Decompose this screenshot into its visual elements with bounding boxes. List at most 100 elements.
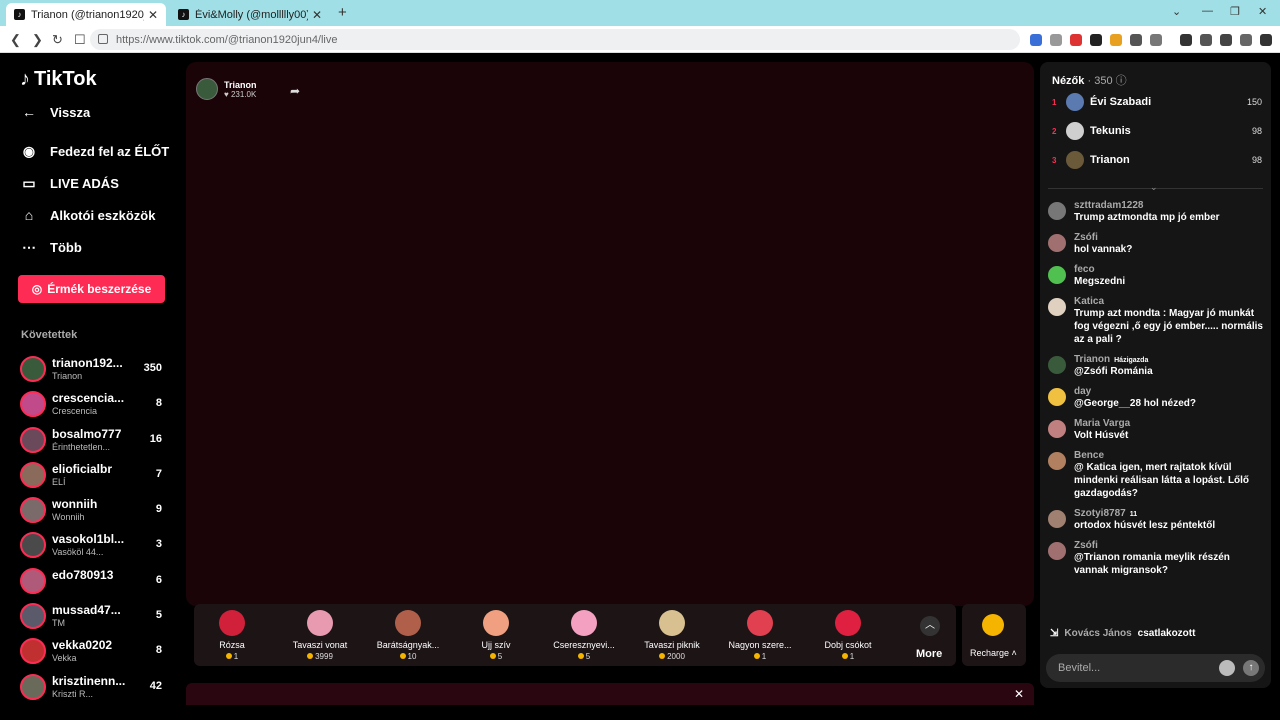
gift-item[interactable]: Ujj szív 5 [458,610,534,661]
bookmark-icon[interactable]: ☐ [74,32,86,48]
coin-icon: ◎ [31,282,43,296]
gift-price: 1 [810,652,886,661]
gift-item[interactable]: Cseresznyevi... 5 [546,610,622,661]
sidebar-icon[interactable] [1180,34,1192,46]
following-item[interactable]: elioficialbr ELÍ 7 [18,458,168,493]
vpn-shield-icon[interactable] [1240,34,1252,46]
send-icon[interactable]: ↑ [1243,660,1259,676]
chat-messages[interactable]: szttradam1228 Trump aztmondta mp jó ember… [1048,200,1266,625]
extension-icon[interactable] [1110,34,1122,46]
following-sub: Vekka [52,653,77,664]
tab-list-chevron-icon[interactable]: ⌄ [1172,5,1181,18]
recharge-button[interactable]: Recharge ˄ [962,604,1026,666]
gift-price: 1 [194,652,270,661]
video-player[interactable]: Trianon ♥ 231.0K ➦ [186,62,1034,606]
following-item[interactable]: crescencia... Crescencia 8 [18,387,168,422]
new-tab-button[interactable]: + [338,4,347,21]
url-field[interactable]: https://www.tiktok.com/@trianon1920jun4/… [90,29,1020,50]
sidebar-item-go-live[interactable]: ▭ LIVE ADÁS [20,175,119,192]
more-gifts-button[interactable]: More [916,648,942,660]
gift-item[interactable]: Barátságnyak... 10 [370,610,446,661]
chat-message[interactable]: Szotyi8787 11 ortodox húsvét lesz péntektő… [1048,508,1266,532]
ranking-row[interactable]: 1 Évi Szabadi 150 [1052,92,1262,112]
chat-text: @Trianon romania meylik részén vannak mi… [1074,552,1230,576]
chat-input-placeholder: Bevitel... [1058,662,1101,674]
gift-icon [395,610,421,636]
extension-icon[interactable] [1150,34,1162,46]
following-item[interactable]: edo780913 6 [18,564,168,599]
sidebar-item-explore-live[interactable]: ◉ Fedezd fel az ÉLŐT [20,143,169,160]
chat-message[interactable]: Maria Varga Volt Húsvét [1048,418,1266,442]
extension-icon[interactable] [1090,34,1102,46]
following-name: elioficialbr [52,461,113,476]
following-name: edo780913 [52,567,114,582]
chat-message[interactable]: Bence @ Katica igen, mert rajtatok kívül … [1048,450,1266,500]
chat-message[interactable]: feco Megszedni [1048,264,1266,288]
coin-icon [841,653,848,659]
chat-message[interactable]: Trianon Házigazda @Zsófi Románia [1048,354,1266,378]
gift-item[interactable]: Rózsa 1 [194,610,270,661]
host-info[interactable]: Trianon ♥ 231.0K [196,78,257,100]
chat-text: ortodox húsvét lesz péntektől [1074,520,1216,531]
back-icon[interactable]: ❮ [10,32,21,48]
browser-tab-active[interactable]: ♪ Trianon (@trianon1920jun4) ÉLŐ ✕ [6,3,166,26]
gift-item[interactable]: Tavaszi vonat 3999 [282,610,358,661]
joined-user-name: Kovács János [1064,628,1132,639]
reload-icon[interactable]: ↻ [52,32,63,48]
following-item[interactable]: vekka0202 Vekka 8 [18,634,168,669]
back-link[interactable]: ← Vissza [20,104,90,120]
window-close-icon[interactable]: ✕ [1258,5,1267,18]
minimize-icon[interactable]: — [1202,5,1213,17]
chat-message[interactable]: Katica Trump azt mondta : Magyar jó munká… [1048,296,1266,346]
chat-message[interactable]: day @George__28 hol nézed? [1048,386,1266,410]
gift-price: 5 [546,652,622,661]
gift-item[interactable]: Nagyon szere... 1 [722,610,798,661]
avatar [1048,420,1066,438]
sidebar-item-more[interactable]: ⋯ Több [20,239,82,256]
chat-message[interactable]: szttradam1228 Trump aztmondta mp jó ember [1048,200,1266,224]
following-item[interactable]: mussad47... TM 5 [18,599,168,634]
tiktok-logo[interactable]: ♪ TikTok [20,68,97,91]
chevron-up-icon[interactable]: ︿ [920,616,940,636]
following-item[interactable]: wonniih Wonniih 9 [18,493,168,528]
avatar [1048,356,1066,374]
following-item[interactable]: krisztinenn... Kriszti R... 42 [18,670,168,705]
extension-icon[interactable] [1050,34,1062,46]
chat-user-name: Bence [1074,450,1105,461]
chat-message[interactable]: Zsófi @Trianon romania meylik részén vann… [1048,540,1266,577]
extensions-puzzle-icon[interactable] [1130,34,1142,46]
leo-icon[interactable] [1220,34,1232,46]
coin-icon [659,653,666,659]
get-coins-button[interactable]: ◎ Érmék beszerzése [18,275,165,303]
extension-icon[interactable] [1030,34,1042,46]
menu-icon[interactable] [1260,34,1272,46]
extension-icon[interactable] [1070,34,1082,46]
close-icon[interactable]: ✕ [1014,687,1024,701]
site-info-icon[interactable] [98,34,108,44]
restore-icon[interactable]: ❐ [1230,5,1240,18]
ranking-row[interactable]: 3 Trianon 98 [1052,150,1262,170]
following-name: trianon192... [52,356,123,370]
share-icon[interactable]: ➦ [290,84,300,98]
forward-icon[interactable]: ❯ [32,32,43,48]
sidebar-item-creator-tools[interactable]: ⌂ Alkotói eszközök [20,207,156,223]
tab-close-icon[interactable]: ✕ [148,8,158,22]
logo-text: TikTok [34,68,97,90]
emoji-icon[interactable] [1219,660,1235,676]
gift-item[interactable]: Dobj csókot 1 [810,610,886,661]
following-item[interactable]: trianon192... Trianon 350 [18,352,168,387]
chat-message[interactable]: Zsófi hol vannak? [1048,232,1266,256]
following-heading: Követettek [21,329,78,341]
host-avatar[interactable] [196,78,218,100]
gift-item[interactable]: Tavaszi piknik 2000 [634,610,710,661]
chevron-down-icon[interactable]: ⌄ [1150,182,1158,193]
sidebar-item-label: LIVE ADÁS [50,176,119,191]
wallet-icon[interactable] [1200,34,1212,46]
browser-tab[interactable]: ♪ Évi&Molly (@mollllly00) ÉLŐ adásban ✕ [170,3,330,26]
following-sub: Kriszti R... [52,688,94,699]
following-item[interactable]: bosalmo777 Érinthetetlen... 16 [18,423,168,458]
tab-close-icon[interactable]: ✕ [312,8,322,22]
ranking-row[interactable]: 2 Tekunis 98 [1052,121,1262,141]
following-item[interactable]: vasokol1bl... Vasököl 44... 3 [18,528,168,563]
chat-input[interactable]: Bevitel... ↑ [1046,654,1265,682]
